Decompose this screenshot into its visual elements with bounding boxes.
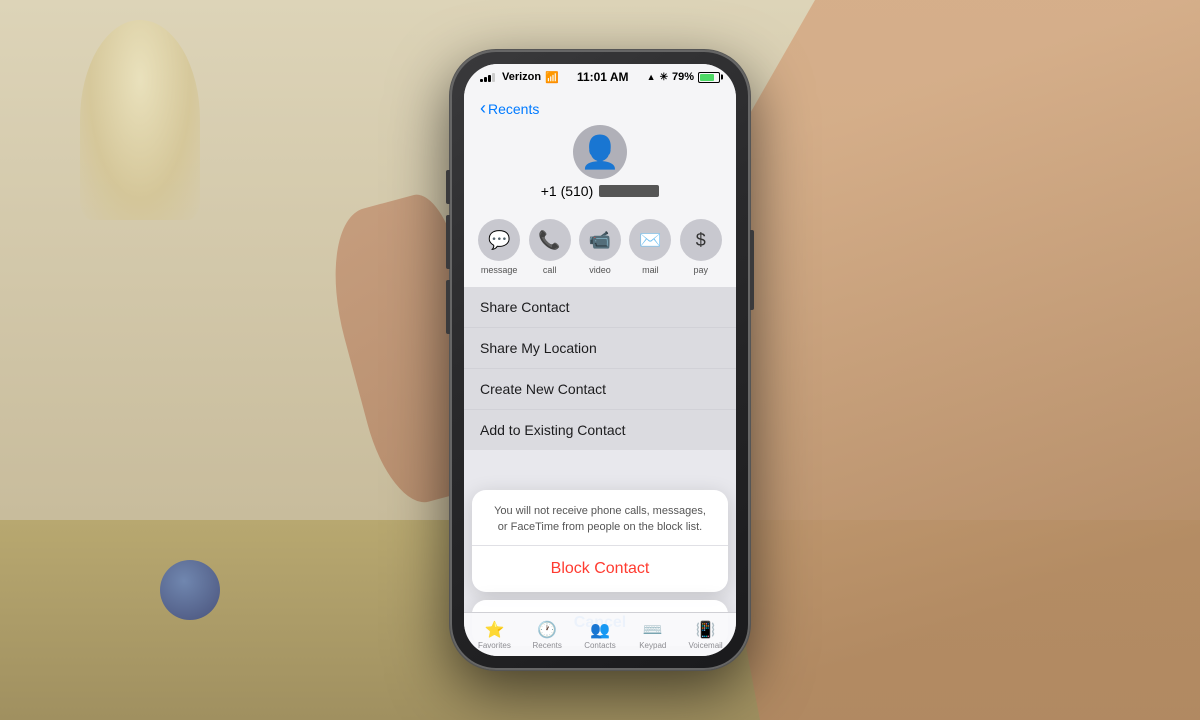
carrier-label: Verizon [502,71,541,83]
recents-icon: 🕐 [537,620,557,640]
phone-number-redacted [599,185,659,197]
back-row: ‹ Recents [480,98,720,119]
tab-bar: ⭐ Favorites 🕐 Recents 👥 Contacts ⌨️ Keyp… [464,612,736,656]
action-sheet: You will not receive phone calls, messag… [472,490,728,592]
create-contact-label: Create New Contact [480,381,606,397]
block-contact-button[interactable]: Block Contact [472,546,728,592]
voicemail-label: Voicemail [688,641,722,650]
signal-bar-3 [488,75,491,82]
tab-keypad[interactable]: ⌨️ Keypad [626,620,679,650]
contacts-icon: 👥 [590,620,610,640]
message-button[interactable]: 💬 message [478,219,520,275]
contact-header: ‹ Recents 👤 +1 (510) [464,90,736,211]
action-buttons-row: 💬 message 📞 call 📹 video ✉️ mail $ [464,211,736,287]
time-display: 11:01 AM [577,70,629,84]
mute-button[interactable] [446,170,450,204]
signal-bars [480,72,495,82]
call-button[interactable]: 📞 call [529,219,571,275]
pay-label: pay [693,265,708,275]
keypad-label: Keypad [639,641,666,650]
share-location-label: Share My Location [480,340,597,356]
mail-label: mail [642,265,659,275]
tab-recents[interactable]: 🕐 Recents [521,620,574,650]
mail-button[interactable]: ✉️ mail [629,219,671,275]
signal-bar-4 [492,73,495,82]
back-button[interactable]: ‹ Recents [480,98,539,119]
avatar-icon: 👤 [580,133,620,171]
mail-icon-circle: ✉️ [629,219,671,261]
signal-bar-2 [484,77,487,82]
phone-number-prefix: +1 (510) [541,183,594,199]
contacts-label: Contacts [584,641,616,650]
voicemail-icon: 📳 [696,620,716,640]
phone-number-display: +1 (510) [541,183,660,199]
globe-bg [160,560,220,620]
battery-fill [700,74,714,81]
create-contact-item[interactable]: Create New Contact [464,369,736,410]
lamp-bg [80,20,200,220]
tab-voicemail[interactable]: 📳 Voicemail [679,620,732,650]
favorites-icon: ⭐ [484,620,504,640]
battery-indicator [698,72,720,83]
phone-screen: Verizon 📶 11:01 AM ▲ ✳ 79% ‹ [464,64,736,656]
status-right: ▲ ✳ 79% [647,71,720,83]
pay-icon-circle: $ [680,219,722,261]
wifi-icon: 📶 [545,71,559,84]
phone-device: Verizon 📶 11:01 AM ▲ ✳ 79% ‹ [450,50,750,670]
tab-contacts[interactable]: 👥 Contacts [574,620,627,650]
keypad-icon: ⌨️ [643,620,663,640]
battery-percent: 79% [672,71,694,83]
call-label: call [543,265,557,275]
share-contact-item[interactable]: Share Contact [464,287,736,328]
video-label: video [589,265,611,275]
phone-frame: Verizon 📶 11:01 AM ▲ ✳ 79% ‹ [450,50,750,670]
video-button[interactable]: 📹 video [579,219,621,275]
chevron-left-icon: ‹ [480,98,486,119]
avatar: 👤 [573,125,627,179]
pay-button[interactable]: $ pay [680,219,722,275]
message-icon-circle: 💬 [478,219,520,261]
power-button[interactable] [750,230,754,310]
recents-label: Recents [533,641,562,650]
status-bar: Verizon 📶 11:01 AM ▲ ✳ 79% [464,64,736,90]
share-contact-label: Share Contact [480,299,570,315]
share-location-item[interactable]: Share My Location [464,328,736,369]
status-left: Verizon 📶 [480,71,559,84]
action-sheet-message: You will not receive phone calls, messag… [472,490,728,546]
bluetooth-icon: ✳ [660,72,668,83]
favorites-label: Favorites [478,641,511,650]
video-icon-circle: 📹 [579,219,621,261]
back-label: Recents [488,101,539,117]
volume-down-button[interactable] [446,280,450,334]
volume-up-button[interactable] [446,215,450,269]
add-existing-label: Add to Existing Contact [480,422,626,438]
add-existing-item[interactable]: Add to Existing Contact [464,410,736,450]
location-icon: ▲ [647,72,656,82]
signal-bar-1 [480,79,483,82]
tab-favorites[interactable]: ⭐ Favorites [468,620,521,650]
message-label: message [481,265,518,275]
call-icon-circle: 📞 [529,219,571,261]
menu-overlay: Share Contact Share My Location Create N… [464,287,736,450]
